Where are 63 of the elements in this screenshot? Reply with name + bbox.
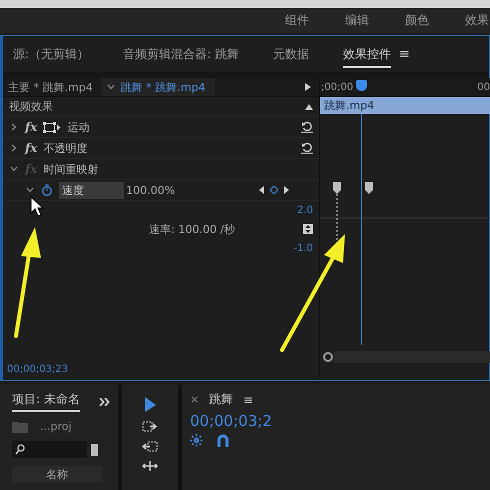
playhead[interactable] — [356, 80, 367, 91]
ruler-time-label: ;00;00 — [321, 82, 354, 92]
rate-value: 速率: 100.00 /秒 — [149, 222, 235, 236]
panel-menu-icon[interactable]: ≡ — [398, 46, 410, 62]
double-chevron-icon[interactable] — [99, 398, 110, 406]
clip-bar[interactable]: 跳舞.mp4 — [320, 97, 490, 114]
stopwatch-icon[interactable] — [41, 184, 53, 196]
workspace-tab[interactable]: 效果 — [465, 12, 489, 29]
reset-icon[interactable] — [301, 121, 313, 133]
workspace-tab[interactable]: 编辑 — [345, 12, 369, 29]
scrollbar-track[interactable] — [334, 351, 490, 363]
section-title: 视频效果 — [9, 99, 53, 114]
fx-toggle[interactable]: fx — [25, 120, 38, 134]
sequence-clip-dropdown[interactable]: 跳舞 * 跳舞.mp4 — [100, 78, 216, 96]
previous-keyframe-icon[interactable] — [259, 186, 264, 194]
next-keyframe-icon[interactable] — [284, 186, 289, 194]
scroll-handle[interactable] — [323, 352, 333, 362]
panel-tab[interactable]: 效果控件 — [342, 40, 391, 68]
search-icon — [15, 444, 25, 456]
workspace-tab[interactable]: 颜色 — [405, 12, 429, 29]
column-header[interactable]: 名称 — [12, 466, 102, 482]
ruler-time-label: 00 — [477, 82, 490, 92]
property-value[interactable]: 100.00% — [126, 184, 175, 196]
transform-icon[interactable] — [43, 122, 62, 132]
add-keyframe-icon[interactable] — [270, 186, 278, 194]
graph-max-value: 2.0 — [297, 204, 313, 216]
ripple-edit-tool-icon[interactable] — [142, 441, 158, 452]
rolling-edit-tool-icon[interactable] — [142, 461, 158, 472]
panel-tab[interactable]: 音频剪辑混合器: 跳舞 — [123, 40, 239, 68]
track-select-tool-icon[interactable] — [142, 421, 158, 432]
effect-name: 不透明度 — [43, 140, 88, 156]
close-icon[interactable]: × — [190, 393, 200, 406]
snap-magnet-icon[interactable] — [217, 434, 229, 448]
search-field[interactable] — [12, 441, 87, 458]
fx-toggle[interactable]: fx — [25, 141, 38, 155]
panel-tab[interactable]: 元数据 — [272, 40, 309, 68]
chevron-down-icon[interactable] — [10, 166, 18, 172]
chevron-right-icon[interactable] — [11, 144, 17, 152]
keyframe-icon[interactable] — [333, 182, 341, 194]
panel-menu-icon[interactable]: ≡ — [243, 392, 254, 407]
collapse-up-icon[interactable] — [305, 104, 313, 110]
chevron-right-icon[interactable] — [11, 123, 17, 131]
chevron-down-icon[interactable] — [26, 187, 34, 193]
timecode: 00;00;03;23 — [7, 364, 68, 374]
folder-icon — [12, 420, 28, 433]
panel-tab[interactable]: 源:（无剪辑） — [13, 40, 90, 68]
property-name: 速度 — [59, 182, 124, 198]
selection-tool-icon[interactable] — [144, 397, 156, 412]
master-clip-label[interactable]: 主要 * 跳舞.mp4 — [3, 80, 101, 94]
caret-icon[interactable] — [106, 84, 115, 90]
graph-scale-icon[interactable] — [303, 224, 313, 234]
project-file-name[interactable]: ...proj — [40, 420, 72, 434]
play-icon[interactable] — [305, 83, 311, 91]
keyframe-icon[interactable] — [365, 182, 373, 194]
sequence-timecode[interactable]: 00;00;03;2 — [190, 412, 482, 430]
graph-min-value: -1.0 — [293, 242, 313, 254]
reset-icon[interactable] — [301, 142, 313, 154]
effect-name: 时间重映射 — [43, 162, 98, 176]
panel-tab[interactable]: 跳舞 — [209, 391, 234, 408]
mouse-cursor-icon — [30, 196, 44, 217]
workspace-tab[interactable]: 组件 — [285, 12, 309, 29]
panel-tab[interactable]: 项目: 未命名 — [12, 391, 80, 412]
effect-name: 运动 — [67, 120, 90, 134]
